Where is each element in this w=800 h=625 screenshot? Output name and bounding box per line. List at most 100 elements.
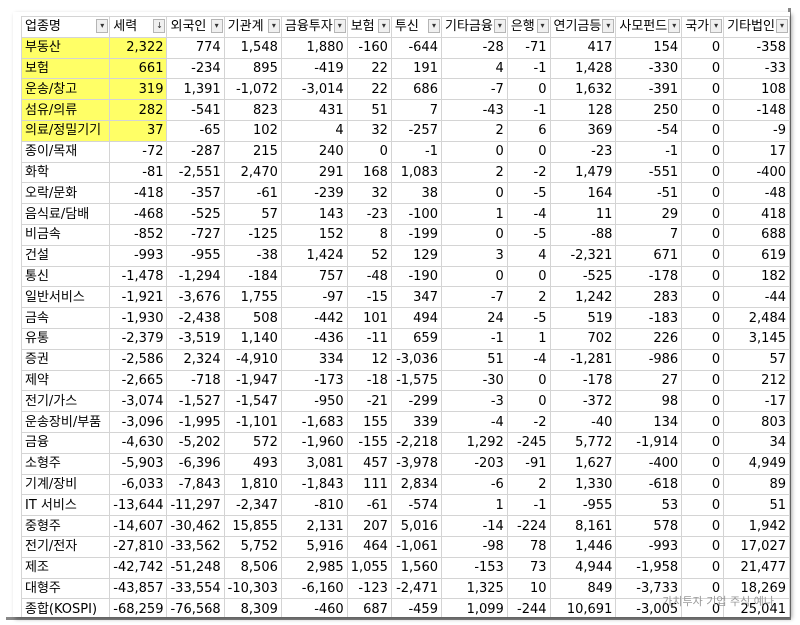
value-cell[interactable]: 101	[346, 307, 392, 329]
value-cell[interactable]: -1,683	[280, 411, 348, 433]
value-cell[interactable]: -244	[506, 598, 551, 617]
value-cell[interactable]: -173	[280, 369, 348, 392]
filter-dropdown-button[interactable]: ▾	[536, 19, 549, 33]
value-cell[interactable]: 10,691	[549, 598, 617, 617]
value-cell[interactable]: -618	[615, 473, 683, 496]
value-cell[interactable]: -65	[166, 119, 225, 142]
value-cell[interactable]: -43,857	[109, 577, 168, 600]
sort-descending-filter-button[interactable]: ↓	[153, 19, 166, 33]
value-cell[interactable]: 38	[390, 182, 442, 205]
value-cell[interactable]: 0	[681, 327, 725, 350]
filter-dropdown-button[interactable]: ▾	[493, 19, 506, 33]
value-cell[interactable]: 89	[723, 473, 790, 496]
value-cell[interactable]: -1	[615, 140, 683, 163]
value-cell[interactable]: -525	[166, 203, 225, 225]
value-cell[interactable]: 164	[549, 182, 617, 205]
value-cell[interactable]: -51,248	[166, 556, 225, 579]
value-cell[interactable]: -33,554	[166, 577, 225, 600]
value-cell[interactable]: 0	[681, 223, 725, 246]
value-cell[interactable]: -3,014	[280, 78, 348, 101]
value-cell[interactable]: 15,855	[223, 515, 282, 537]
value-cell[interactable]: 1	[440, 203, 508, 225]
value-cell[interactable]: 1,140	[223, 327, 282, 350]
value-cell[interactable]: -810	[280, 494, 348, 517]
value-cell[interactable]: 0	[346, 140, 392, 163]
value-cell[interactable]: 0	[440, 182, 508, 205]
value-cell[interactable]: -48	[723, 182, 790, 205]
value-cell[interactable]: -14	[440, 515, 508, 537]
value-cell[interactable]: -574	[390, 494, 442, 517]
value-cell[interactable]: 0	[681, 265, 725, 288]
value-cell[interactable]: -18	[346, 369, 392, 392]
value-cell[interactable]: 3,145	[723, 327, 790, 350]
value-cell[interactable]: 155	[346, 411, 392, 433]
value-cell[interactable]: 849	[549, 577, 617, 600]
value-cell[interactable]: 11	[549, 203, 617, 225]
value-cell[interactable]: 7	[390, 99, 442, 121]
value-cell[interactable]: -5	[506, 223, 551, 246]
value-cell[interactable]: 37	[109, 119, 168, 142]
value-cell[interactable]: -100	[390, 203, 442, 225]
sector-name-cell[interactable]: 건설	[20, 244, 111, 267]
value-cell[interactable]: -436	[280, 327, 348, 350]
value-cell[interactable]: -81	[109, 161, 168, 184]
value-cell[interactable]: 2,324	[166, 348, 225, 371]
value-cell[interactable]: -2,347	[223, 494, 282, 517]
value-cell[interactable]: -950	[280, 390, 348, 413]
value-cell[interactable]: -15	[346, 286, 392, 309]
value-cell[interactable]: -27,810	[109, 535, 168, 558]
value-cell[interactable]: -125	[223, 223, 282, 246]
value-cell[interactable]: 24	[440, 307, 508, 329]
value-cell[interactable]: 0	[681, 556, 725, 579]
value-cell[interactable]: -91	[506, 452, 551, 475]
value-cell[interactable]: -123	[346, 577, 392, 600]
value-cell[interactable]: -460	[280, 598, 348, 617]
value-cell[interactable]: 0	[681, 515, 725, 537]
sector-name-cell[interactable]: 제약	[20, 369, 111, 392]
value-cell[interactable]: 1,242	[549, 286, 617, 309]
value-cell[interactable]: -11,297	[166, 494, 225, 517]
value-cell[interactable]: -2,471	[390, 577, 442, 600]
filter-dropdown-button[interactable]: ▾	[210, 19, 223, 33]
value-cell[interactable]: 0	[681, 78, 725, 101]
value-cell[interactable]: 4,944	[549, 556, 617, 579]
value-cell[interactable]: -1,958	[615, 556, 683, 579]
value-cell[interactable]: 2,834	[390, 473, 442, 496]
sector-name-cell[interactable]: 운송장비/부품	[20, 411, 111, 433]
value-cell[interactable]: 687	[346, 598, 392, 617]
value-cell[interactable]: 1,330	[549, 473, 617, 496]
value-cell[interactable]: -1	[440, 327, 508, 350]
sector-name-cell[interactable]: 섬유/의류	[20, 99, 111, 121]
value-cell[interactable]: 519	[549, 307, 617, 329]
filter-dropdown-button[interactable]: ▾	[710, 19, 723, 33]
value-cell[interactable]: 1,446	[549, 535, 617, 558]
value-cell[interactable]: -3,519	[166, 327, 225, 350]
value-cell[interactable]: -23	[549, 140, 617, 163]
value-cell[interactable]: -88	[549, 223, 617, 246]
value-cell[interactable]: -2,218	[390, 431, 442, 454]
value-cell[interactable]: 823	[223, 99, 282, 121]
value-cell[interactable]: 32	[346, 119, 392, 142]
value-cell[interactable]: 0	[681, 494, 725, 517]
value-cell[interactable]: 494	[390, 307, 442, 329]
value-cell[interactable]: 8,309	[223, 598, 282, 617]
value-cell[interactable]: 0	[681, 99, 725, 121]
value-cell[interactable]: -203	[440, 452, 508, 475]
value-cell[interactable]: -72	[109, 140, 168, 163]
value-cell[interactable]: 2,131	[280, 515, 348, 537]
value-cell[interactable]: -7,843	[166, 473, 225, 496]
filter-dropdown-button[interactable]: ▾	[427, 19, 440, 33]
value-cell[interactable]: 431	[280, 99, 348, 121]
value-cell[interactable]: 98	[615, 390, 683, 413]
value-cell[interactable]: 12	[346, 348, 392, 371]
value-cell[interactable]: 0	[681, 182, 725, 205]
value-cell[interactable]: -190	[390, 265, 442, 288]
value-cell[interactable]: -30,462	[166, 515, 225, 537]
value-cell[interactable]: -4,910	[223, 348, 282, 371]
value-cell[interactable]: -727	[166, 223, 225, 246]
value-cell[interactable]: 1,391	[166, 78, 225, 101]
filter-dropdown-button[interactable]: ▾	[267, 19, 280, 33]
value-cell[interactable]: -21	[346, 390, 392, 413]
value-cell[interactable]: -239	[280, 182, 348, 205]
value-cell[interactable]: -525	[549, 265, 617, 288]
